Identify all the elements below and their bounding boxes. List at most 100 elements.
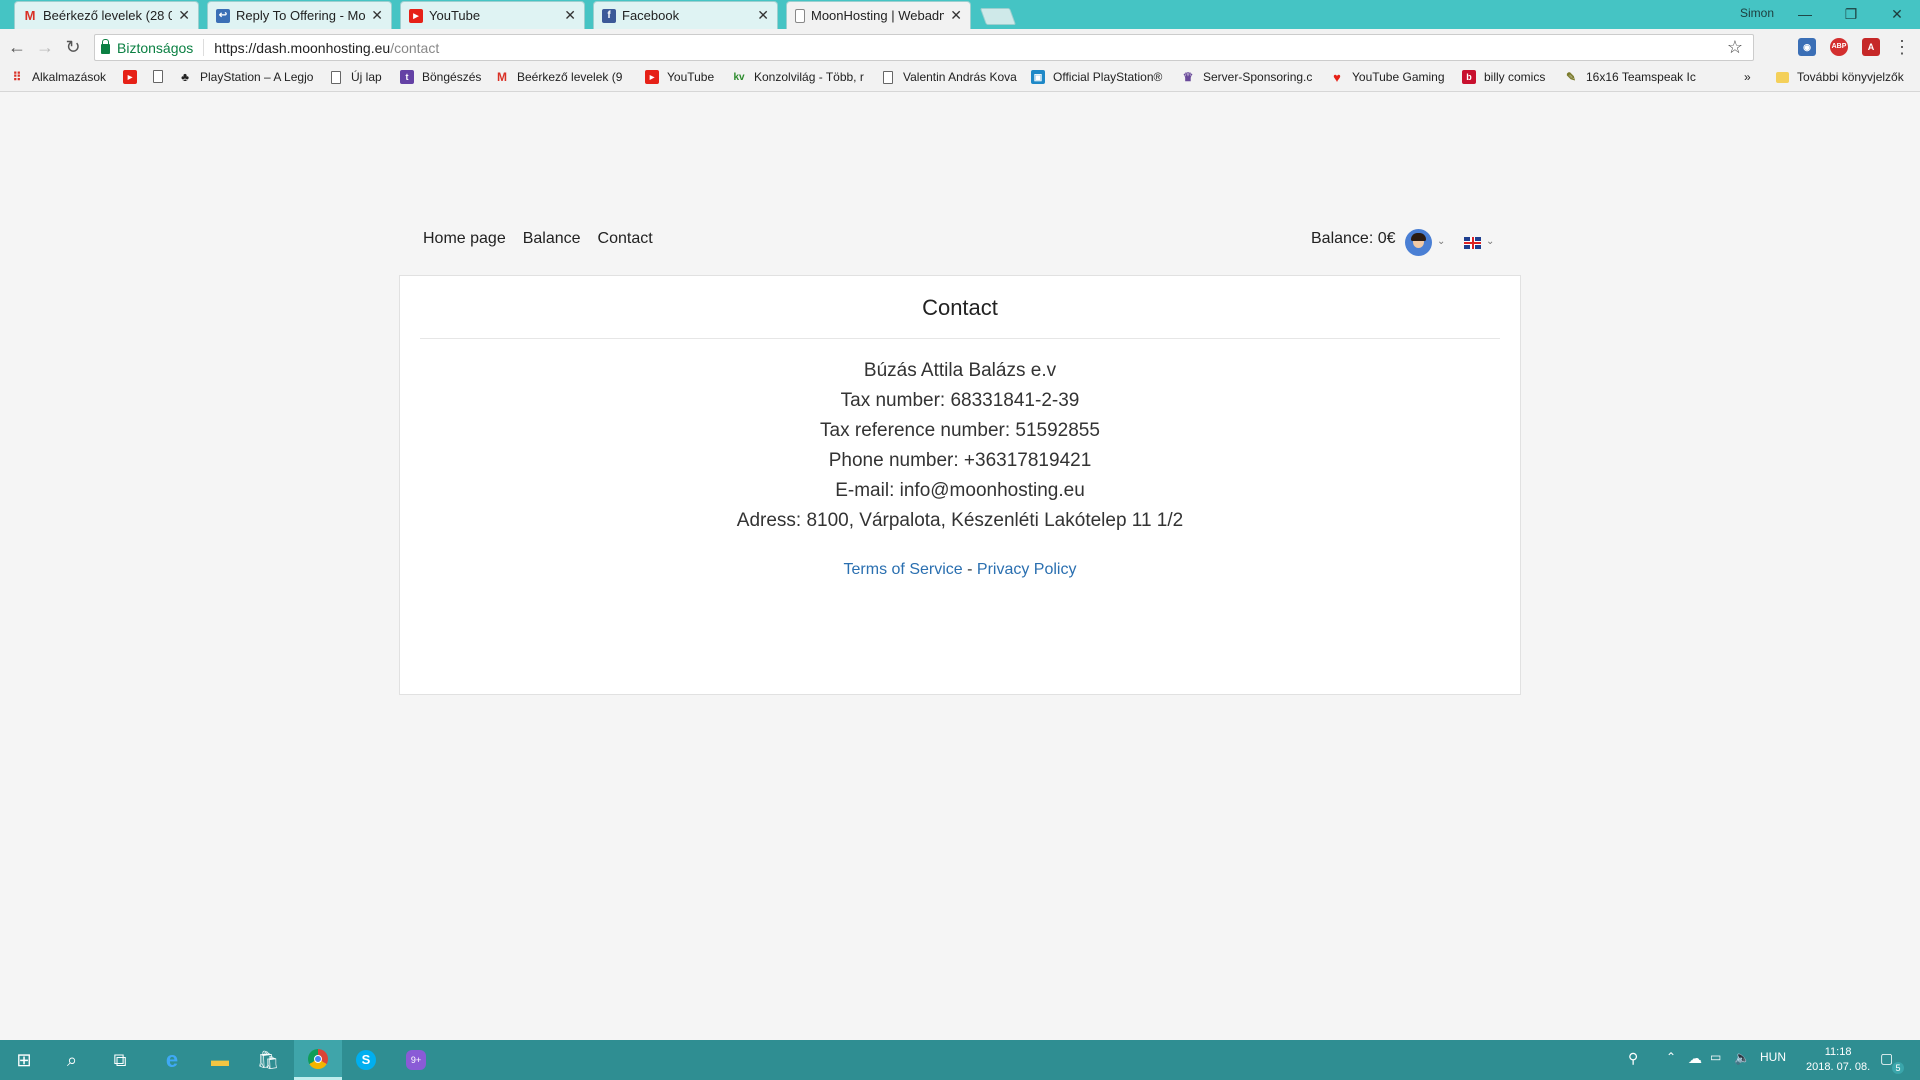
email: E-mail: info@moonhosting.eu — [835, 480, 1085, 501]
bookmark-new-tab[interactable]: Új lap — [331, 70, 382, 84]
bookmark-billy-comics[interactable]: b billy comics — [1462, 70, 1545, 84]
youtube-gaming-icon: ♥ — [1333, 69, 1341, 85]
tab-youtube[interactable]: ▶ YouTube ✕ — [400, 1, 585, 29]
store-icon[interactable]: 🛍 — [244, 1040, 292, 1080]
more-bookmarks-label: » — [1744, 70, 1751, 84]
bookmark-label: Böngészés — [422, 70, 482, 84]
url-host: https://dash.moonhosting.eu — [214, 39, 391, 56]
privacy-policy-link[interactable]: Privacy Policy — [977, 561, 1077, 578]
close-tab-icon[interactable]: ✕ — [757, 7, 769, 24]
taskbar: ⊞ ⌕ ⧉ e ▬ 🛍 S 9+ ⚲ ⌃ ☁ ▭ 🔈 HUN 11:18 201… — [0, 1040, 1920, 1080]
language-indicator[interactable]: HUN — [1760, 1050, 1786, 1064]
chevron-down-icon[interactable]: ⌄ — [1437, 236, 1445, 247]
close-tab-icon[interactable]: ✕ — [178, 7, 190, 24]
close-window-icon[interactable]: ✕ — [1882, 4, 1912, 24]
bookmark-server-sponsoring[interactable]: ♛ Server-Sponsoring.c — [1181, 70, 1313, 84]
bookmark-label: YouTube Gaming — [1352, 70, 1445, 84]
bookmark-other[interactable]: További könyvjelzők — [1776, 70, 1904, 84]
page-content: Home page Balance Contact Balance: 0€ ⌄ … — [0, 92, 1920, 1040]
tab-gmail[interactable]: M Beérkező levelek (28 035 ✕ — [14, 1, 199, 29]
chevron-up-icon[interactable]: ⌃ — [1666, 1050, 1676, 1064]
tab-title: Reply To Offering - Moon — [236, 8, 366, 23]
acrobat-icon[interactable]: A — [1862, 38, 1880, 56]
chrome-icon[interactable] — [294, 1040, 342, 1080]
nav-contact[interactable]: Contact — [598, 230, 653, 248]
tab-strip: M Beérkező levelek (28 035 ✕ ↩ Reply To … — [0, 0, 1920, 29]
skype-icon[interactable]: S — [342, 1040, 390, 1080]
avatar[interactable] — [1405, 229, 1432, 256]
nav-balance[interactable]: Balance — [523, 230, 581, 248]
bookmark-teamspeak[interactable]: ✎ 16x16 Teamspeak Ic — [1564, 70, 1696, 84]
server-icon: ♛ — [1182, 70, 1194, 84]
volume-icon[interactable]: 🔈 — [1734, 1050, 1750, 1066]
file-icon — [153, 70, 163, 83]
ps-store-icon: ▣ — [1031, 70, 1045, 84]
bookmark-ps-store[interactable]: ▣ Official PlayStation® — [1031, 70, 1162, 84]
youtube-icon: ▶ — [409, 8, 423, 23]
bookmark-blank[interactable] — [153, 70, 173, 83]
bookmark-label: billy comics — [1484, 70, 1546, 84]
bookmark-apps[interactable]: ⠿ Alkalmazások — [10, 70, 106, 84]
messenger-icon[interactable]: 9+ — [392, 1040, 440, 1080]
bookmark-youtube-short[interactable]: ▶ — [123, 70, 145, 84]
new-tab-button[interactable] — [979, 8, 1017, 25]
restore-icon[interactable]: ❐ — [1836, 4, 1866, 24]
url-text[interactable]: https://dash.moonhosting.eu/contact — [204, 40, 439, 56]
bookmark-gmail[interactable]: M Beérkező levelek (9 — [495, 70, 622, 84]
clock-time: 11:18 — [1824, 1046, 1852, 1058]
people-icon[interactable]: ⚲ — [1628, 1050, 1638, 1067]
chevron-down-icon[interactable]: ⌄ — [1486, 236, 1494, 247]
more-bookmarks-button[interactable]: » — [1744, 70, 1751, 84]
bookmark-konzolvilag[interactable]: kv Konzolvilág - Több, r — [732, 70, 863, 84]
nav-home-page[interactable]: Home page — [423, 230, 506, 248]
adblock-icon[interactable]: ABP — [1830, 38, 1848, 56]
link-separator: - — [962, 561, 977, 578]
forward-icon[interactable]: → — [33, 35, 57, 59]
notification-count: 5 — [1892, 1062, 1904, 1074]
file-explorer-icon[interactable]: ▬ — [196, 1040, 244, 1080]
playstation-icon: ♣ — [181, 70, 189, 84]
facebook-icon: f — [602, 8, 616, 23]
tab-reply[interactable]: ↩ Reply To Offering - Moon ✕ — [207, 1, 392, 29]
page-icon — [795, 8, 805, 23]
profile-name[interactable]: Simon — [1740, 6, 1774, 20]
security-indicator[interactable]: Biztonságos — [95, 38, 205, 56]
gmail-icon: M — [497, 70, 507, 84]
tab-title: MoonHosting | Webadm — [811, 8, 945, 23]
bookmark-browsing[interactable]: t Böngészés — [400, 70, 481, 84]
bookmark-label: További könyvjelzők — [1797, 70, 1904, 84]
search-icon[interactable]: ⌕ — [48, 1040, 96, 1080]
address-bar[interactable]: Biztonságos https://dash.moonhosting.eu/… — [94, 34, 1754, 61]
reply-icon: ↩ — [216, 8, 230, 23]
minimize-icon[interactable]: — — [1790, 4, 1820, 24]
close-tab-icon[interactable]: ✕ — [371, 7, 383, 24]
bookmark-valentin[interactable]: Valentin András Kova — [883, 70, 1017, 84]
edge-icon[interactable]: e — [148, 1040, 196, 1080]
extension-icon[interactable]: ◉ — [1798, 38, 1816, 56]
back-icon[interactable]: ← — [5, 35, 29, 59]
action-center-icon[interactable]: ▢ — [1880, 1050, 1893, 1067]
clock[interactable]: 11:18 2018. 07. 08. — [1806, 1045, 1870, 1075]
youtube-icon: ▶ — [645, 70, 659, 84]
onedrive-icon[interactable]: ☁ — [1688, 1050, 1702, 1067]
task-view-icon[interactable]: ⧉ — [96, 1040, 144, 1080]
bookmark-playstation[interactable]: ♣ PlayStation – A Legjo — [178, 70, 313, 84]
close-tab-icon[interactable]: ✕ — [950, 7, 962, 24]
windows-start-icon[interactable]: ⊞ — [0, 1040, 48, 1080]
terms-of-service-link[interactable]: Terms of Service — [844, 561, 963, 578]
reload-icon[interactable]: ↻ — [61, 35, 85, 59]
tab-moonhosting[interactable]: MoonHosting | Webadm ✕ — [786, 1, 971, 29]
bookmark-star-icon[interactable]: ☆ — [1727, 37, 1743, 58]
tab-title: Facebook — [622, 8, 680, 23]
bookmark-label: Valentin András Kova — [903, 70, 1017, 84]
bookmark-youtube[interactable]: ▶ YouTube — [645, 70, 714, 84]
bookmark-youtube-gaming[interactable]: ♥ YouTube Gaming — [1330, 69, 1445, 85]
network-icon[interactable]: ▭ — [1710, 1050, 1721, 1064]
secure-label: Biztonságos — [117, 39, 194, 56]
billy-icon: b — [1462, 70, 1476, 84]
uk-flag-icon[interactable] — [1464, 237, 1481, 249]
menu-icon[interactable]: ⋮ — [1890, 35, 1914, 59]
tab-facebook[interactable]: f Facebook ✕ — [593, 1, 778, 29]
close-tab-icon[interactable]: ✕ — [564, 7, 576, 24]
contact-card: Contact Búzás Attila Balázs e.v Tax numb… — [399, 275, 1521, 695]
